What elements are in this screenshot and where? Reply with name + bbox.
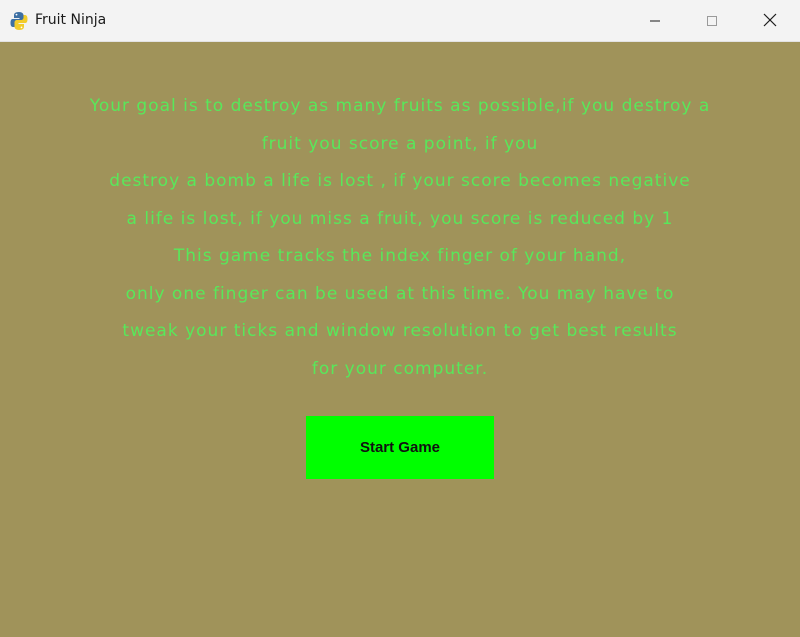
minimize-icon	[649, 12, 661, 31]
close-button[interactable]	[740, 0, 800, 42]
instruction-line: only one finger can be used at this time…	[125, 283, 675, 304]
instructions-text: Your goal is to destroy as many fruits a…	[0, 88, 800, 388]
maximize-button[interactable]	[683, 0, 741, 42]
close-icon	[763, 12, 777, 31]
instruction-line: This game tracks the index finger of you…	[173, 246, 627, 266]
instruction-line: fruit you score a point, if you	[261, 133, 539, 154]
instruction-line: a life is lost, if you miss a fruit, you…	[126, 208, 674, 229]
instruction-line: Your goal is to destroy as many fruits a…	[89, 96, 711, 116]
game-canvas: Your goal is to destroy as many fruits a…	[0, 42, 800, 637]
instruction-line: for your computer.	[311, 358, 489, 379]
minimize-button[interactable]	[626, 0, 684, 42]
start-game-button[interactable]: Start Game	[306, 416, 494, 479]
title-bar[interactable]: Fruit Ninja	[0, 0, 800, 42]
instruction-line: destroy a bomb a life is lost , if your …	[109, 171, 691, 191]
maximize-icon	[706, 12, 718, 31]
window-title: Fruit Ninja	[35, 12, 107, 28]
python-icon	[10, 11, 28, 31]
instruction-line: tweak your ticks and window resolution t…	[122, 321, 678, 341]
game-window: Fruit Ninja Your goal is to destroy as m…	[0, 0, 800, 637]
